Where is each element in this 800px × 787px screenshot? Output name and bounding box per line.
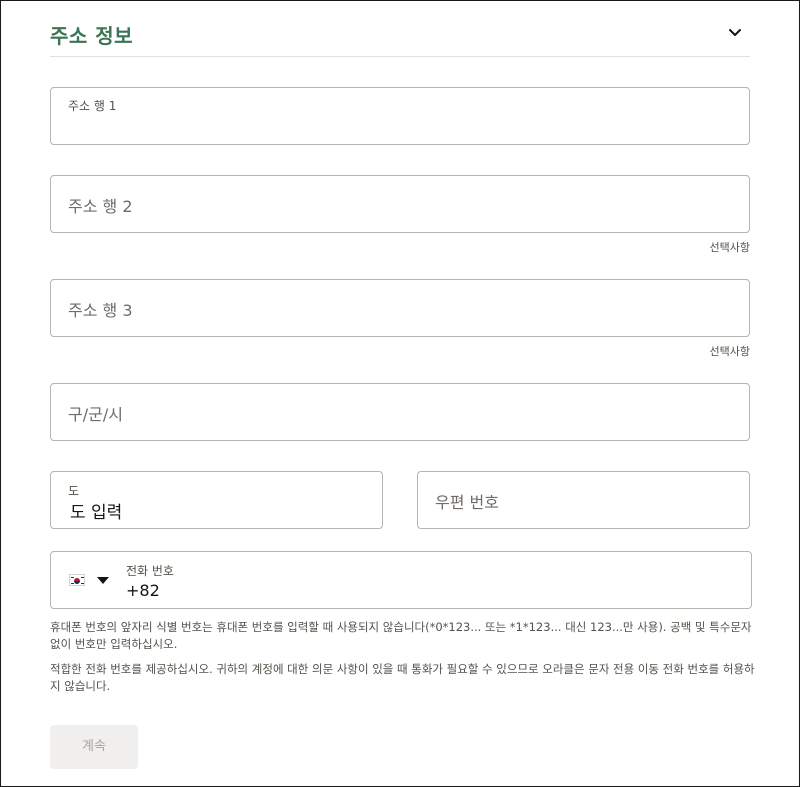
collapse-button[interactable] bbox=[724, 22, 746, 44]
state-label: 도 bbox=[68, 484, 80, 498]
address-line-2-placeholder: 주소 행 2 bbox=[68, 197, 133, 216]
postal-code-placeholder: 우편 번호 bbox=[435, 493, 499, 512]
address-line-2-field[interactable]: 주소 행 2 bbox=[50, 175, 750, 233]
continue-button[interactable]: 계속 bbox=[50, 725, 138, 769]
phone-field[interactable]: 전화 번호 +82 bbox=[50, 551, 752, 609]
phone-value: +82 bbox=[126, 581, 160, 600]
state-value: 도 입력 bbox=[70, 503, 123, 523]
country-dropdown-caret-icon[interactable] bbox=[97, 577, 109, 584]
section-header: 주소 정보 bbox=[50, 14, 750, 57]
address-line-1-field[interactable]: 주소 행 1 bbox=[50, 87, 750, 145]
section-title: 주소 정보 bbox=[50, 24, 134, 48]
phone-validity-help: 적합한 전화 번호를 제공하십시오. 귀하의 계정에 대한 의문 사항이 있을 … bbox=[50, 662, 755, 693]
address-line-3-placeholder: 주소 행 3 bbox=[68, 301, 133, 320]
address-line-3-field[interactable]: 주소 행 3 bbox=[50, 279, 750, 337]
address-line-1-label: 주소 행 1 bbox=[68, 99, 117, 113]
city-placeholder: 구/군/시 bbox=[68, 405, 123, 424]
state-field[interactable]: 도 도 입력 bbox=[50, 471, 383, 529]
city-field[interactable]: 구/군/시 bbox=[50, 383, 750, 441]
phone-prefix-help: 휴대폰 번호의 앞자리 식별 번호는 휴대폰 번호를 입력할 때 사용되지 않습… bbox=[50, 620, 752, 651]
postal-code-field[interactable]: 우편 번호 bbox=[417, 471, 750, 529]
address-line-3-optional: 선택사항 bbox=[709, 345, 750, 358]
address-line-2-optional: 선택사항 bbox=[709, 241, 750, 254]
phone-label: 전화 번호 bbox=[126, 564, 174, 578]
chevron-down-icon bbox=[729, 29, 741, 36]
south-korea-flag-icon[interactable] bbox=[69, 574, 85, 586]
